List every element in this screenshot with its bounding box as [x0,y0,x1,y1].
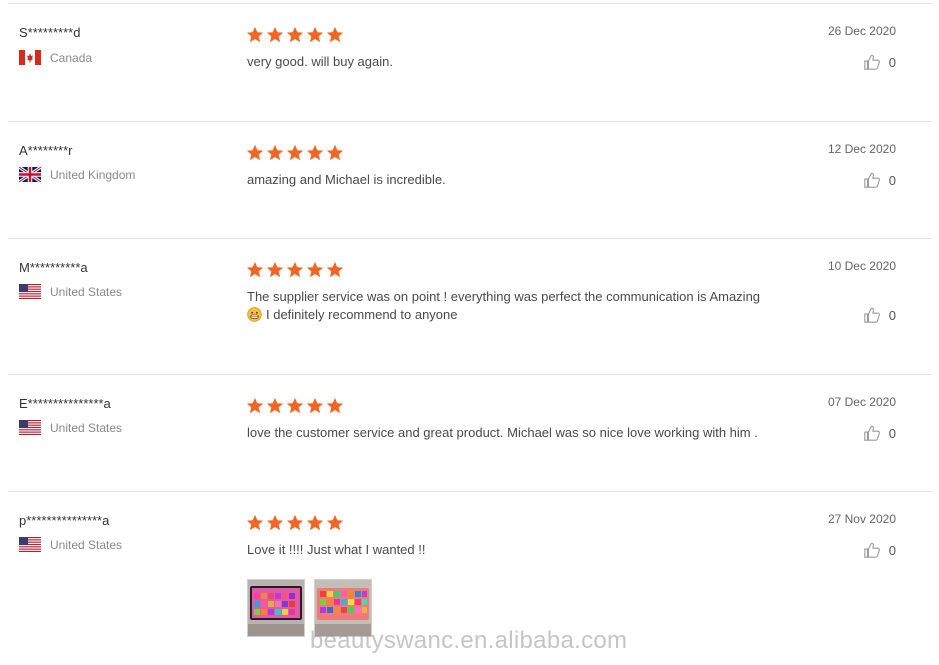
star-icon [326,397,344,414]
eyeshadow-palette-image [248,580,304,636]
star-icon [246,514,264,531]
thumbs-up-icon [864,542,880,558]
reviewer-country: United States [19,284,122,299]
star-icon [266,514,284,531]
reviewer-name: A********r [19,143,73,158]
review-text-continuation: I definitely recommend to anyone [266,307,458,322]
united-kingdom-flag-icon [19,167,41,182]
rating-stars [246,514,344,532]
united-states-flag-icon [19,420,41,435]
star-icon [286,26,304,43]
country-name: Canada [50,50,93,65]
star-icon [246,397,264,414]
reviewer-country: United Kingdom [19,167,135,182]
review-text: The supplier service was on point ! ever… [247,288,817,324]
watermark: beautyswanc.en.alibaba.com [310,627,628,654]
rating-stars [246,397,344,415]
rating-stars [246,144,344,162]
united-states-flag-icon [19,537,41,552]
like-button[interactable]: 0 [863,53,896,71]
star-icon [306,514,324,531]
star-icon [266,144,284,161]
star-icon [266,261,284,278]
grinning-face-emoji-icon [247,307,262,322]
review-item: A********r United Kingdom amazing and Mi… [8,121,932,239]
star-icon [266,397,284,414]
star-icon [246,144,264,161]
star-icon [326,26,344,43]
review-text: love the customer service and great prod… [247,425,758,440]
review-text-line: The supplier service was on point ! ever… [247,289,761,304]
review-text: Love it !!!! Just what I wanted !! [247,542,426,557]
like-button[interactable]: 0 [863,306,896,324]
country-name: United Kingdom [50,167,136,182]
star-icon [246,26,264,43]
reviewer-name: M**********a [19,260,88,275]
star-icon [326,514,344,531]
star-icon [286,144,304,161]
canada-flag-icon [19,50,41,65]
like-count: 0 [888,425,896,441]
star-icon [266,26,284,43]
star-icon [326,261,344,278]
united-states-flag-icon [19,284,41,299]
review-text: amazing and Michael is incredible. [247,172,446,187]
star-icon [306,397,324,414]
like-count: 0 [888,54,896,70]
review-item: M**********a United States The supplier … [8,238,932,375]
star-icon [326,144,344,161]
star-icon [306,261,324,278]
review-date: 12 Dec 2020 [827,142,896,156]
star-icon [286,261,304,278]
reviewer-country: United States [19,420,122,435]
country-name: United States [50,284,123,299]
like-button[interactable]: 0 [863,424,896,442]
review-photo-thumbnail[interactable] [247,579,305,637]
rating-stars [246,261,344,279]
star-icon [246,261,264,278]
like-button[interactable]: 0 [863,541,896,559]
thumbs-up-icon [864,172,880,188]
review-date: 10 Dec 2020 [827,259,896,273]
rating-stars [246,26,344,44]
reviewer-country: United States [19,537,122,552]
star-icon [286,397,304,414]
like-count: 0 [888,307,896,323]
like-count: 0 [888,542,896,558]
reviewer-name: S*********d [19,25,81,40]
review-text: very good. will buy again. [247,54,393,69]
like-button[interactable]: 0 [863,171,896,189]
review-item: S*********d Canada very good. will buy a… [8,3,932,120]
review-date: 07 Dec 2020 [827,395,896,409]
review-date: 27 Nov 2020 [827,512,896,526]
country-name: United States [50,420,123,435]
thumbs-up-icon [864,307,880,323]
country-name: United States [50,537,123,552]
reviewer-country: Canada [19,50,92,65]
thumbs-up-icon [864,54,880,70]
review-text-line: I definitely recommend to anyone [247,306,817,324]
reviewer-name: p***************a [19,513,110,528]
review-item: E***************a United States love the… [8,374,932,492]
like-count: 0 [888,172,896,188]
reviewer-name: E***************a [19,396,111,411]
thumbs-up-icon [864,425,880,441]
star-icon [306,144,324,161]
star-icon [286,514,304,531]
star-icon [306,26,324,43]
review-date: 26 Dec 2020 [827,24,896,38]
